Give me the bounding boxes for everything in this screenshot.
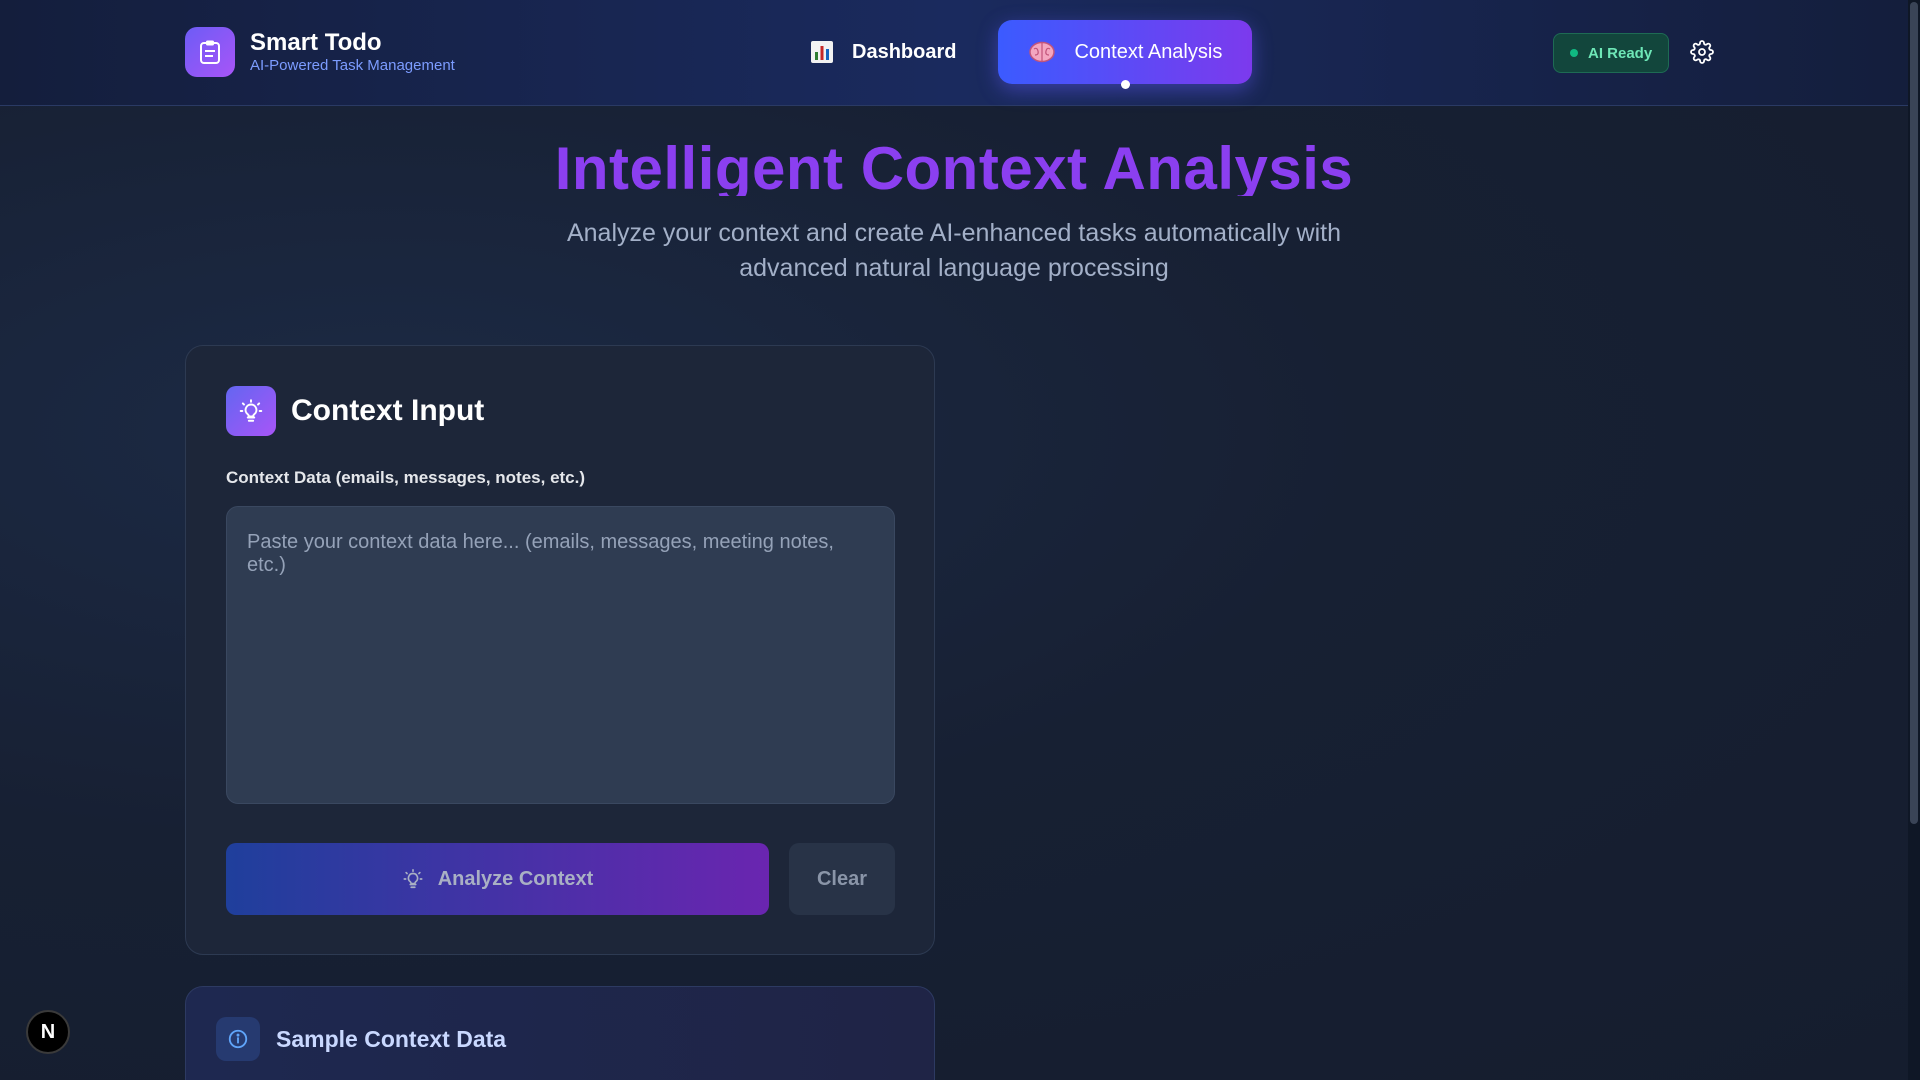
- status-dot-icon: [1570, 49, 1578, 57]
- page-subtitle: Analyze your context and create AI-enhan…: [566, 219, 1342, 282]
- context-input-title: Context Input: [291, 394, 485, 427]
- settings-button[interactable]: [1690, 40, 1714, 64]
- context-data-textarea[interactable]: [226, 506, 895, 804]
- clear-button[interactable]: Clear: [789, 843, 895, 915]
- main-nav: Dashboard Context Analysis: [780, 20, 1253, 89]
- clipboard-icon: [185, 27, 235, 77]
- lightbulb-icon: [402, 868, 424, 890]
- ai-status-label: AI Ready: [1588, 44, 1653, 62]
- dev-tools-button[interactable]: N: [26, 1010, 70, 1054]
- sample-context-card[interactable]: Sample Context Data: [185, 986, 935, 1080]
- nav-context-analysis-label: Context Analysis: [1074, 40, 1223, 63]
- info-icon: [216, 1017, 260, 1061]
- brand-subtitle: AI-Powered Task Management: [250, 57, 455, 74]
- lightbulb-icon: [226, 386, 276, 436]
- brand[interactable]: Smart Todo AI-Powered Task Management: [185, 27, 455, 77]
- brand-title: Smart Todo: [250, 29, 382, 56]
- top-header: Smart Todo AI-Powered Task Management Da…: [0, 0, 1908, 106]
- brain-icon: [1028, 40, 1056, 64]
- scrollbar-thumb[interactable]: [1910, 2, 1918, 824]
- ai-status-badge: AI Ready: [1553, 33, 1670, 73]
- context-input-card: Context Input Context Data (emails, mess…: [185, 345, 935, 955]
- page-title: Intelligent Context Analysis: [554, 135, 1354, 196]
- page: Smart Todo AI-Powered Task Management Da…: [0, 0, 1920, 1080]
- vertical-scrollbar[interactable]: [1908, 0, 1920, 1080]
- context-data-label: Context Data (emails, messages, notes, e…: [226, 468, 586, 487]
- gear-icon: [1690, 40, 1714, 64]
- sample-context-header: Sample Context Data: [216, 1017, 506, 1061]
- context-input-header: Context Input: [226, 386, 484, 436]
- nav-dashboard-label: Dashboard: [852, 40, 957, 63]
- analyze-context-button[interactable]: Analyze Context: [226, 843, 769, 915]
- bar-chart-icon: [810, 40, 834, 64]
- analyze-context-label: Analyze Context: [437, 867, 594, 890]
- nav-context-analysis[interactable]: Context Analysis: [998, 20, 1253, 89]
- sample-context-title: Sample Context Data: [276, 1025, 507, 1052]
- nav-dashboard[interactable]: Dashboard: [780, 20, 986, 84]
- active-indicator-dot: [1121, 80, 1131, 89]
